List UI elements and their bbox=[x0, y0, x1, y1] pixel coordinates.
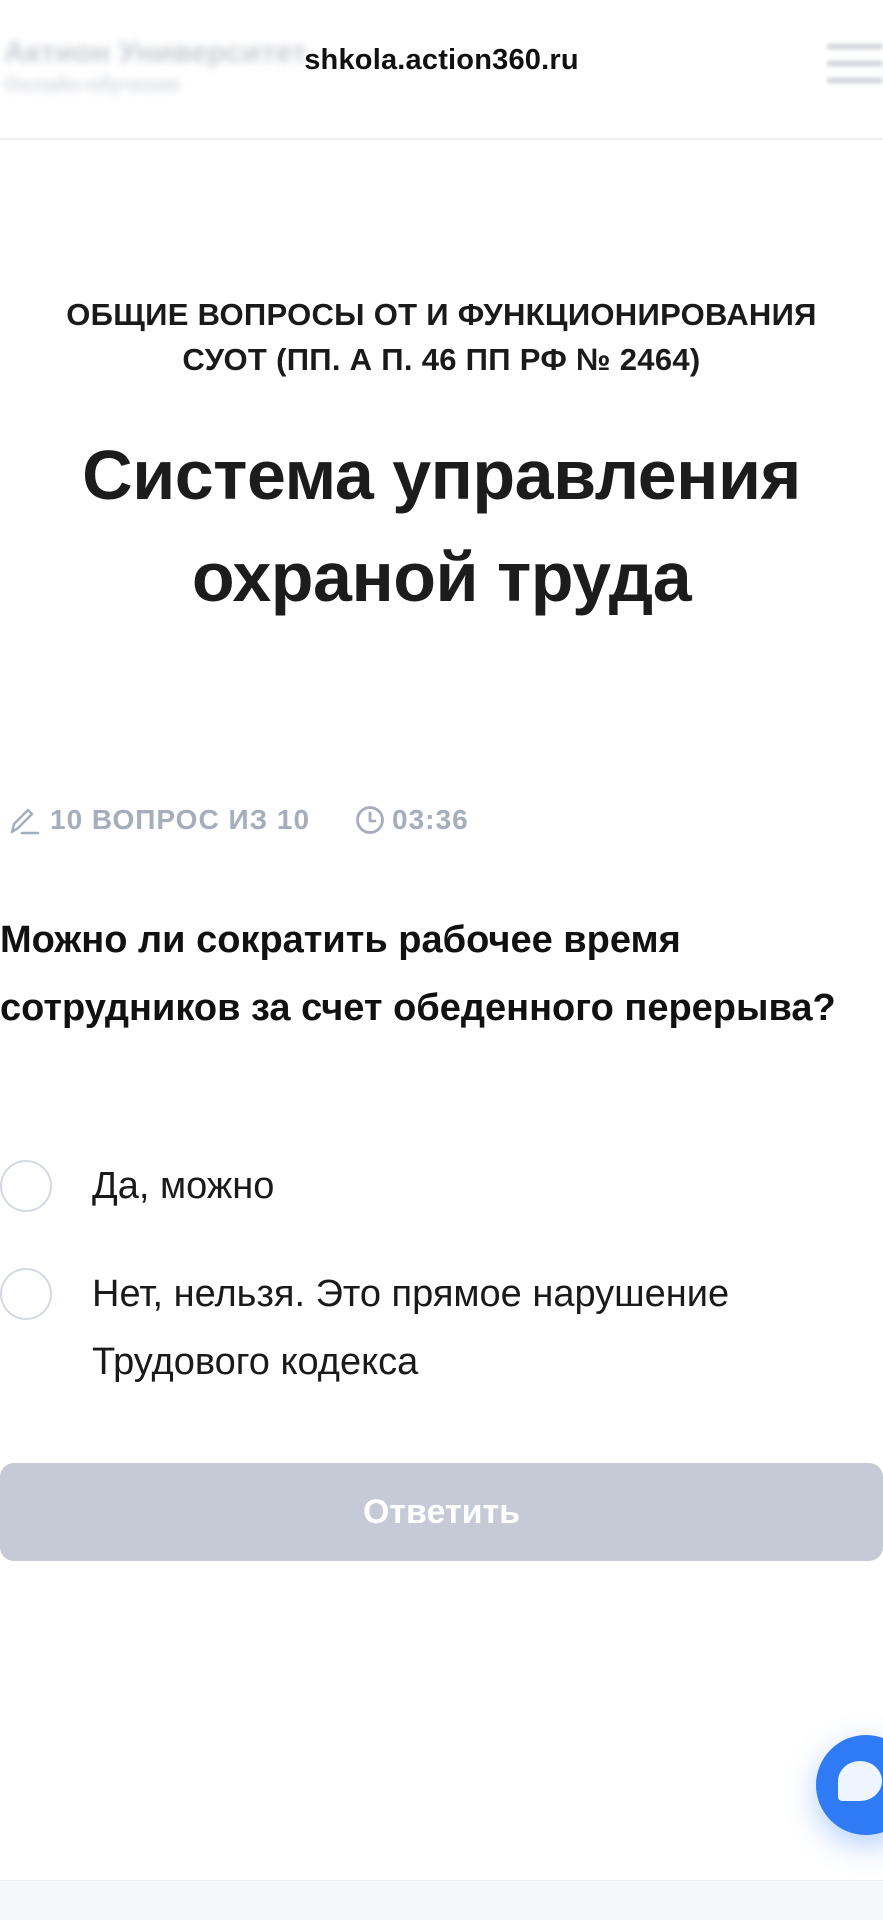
menu-icon-line bbox=[827, 61, 883, 66]
answer-label: Да, можно bbox=[92, 1165, 275, 1207]
menu-icon-line bbox=[827, 78, 883, 83]
menu-button[interactable] bbox=[827, 44, 883, 94]
address-url[interactable]: shkola.action360.ru bbox=[0, 44, 883, 77]
answer-option[interactable]: Да, можно bbox=[0, 1160, 860, 1220]
section-label: ОБЩИЕ ВОПРОСЫ ОТ И ФУНКЦИОНИРОВАНИЯ СУОТ… bbox=[66, 297, 817, 377]
pencil-icon bbox=[10, 808, 40, 835]
answer-option[interactable]: Нет, нельзя. Это прямое нарушение Трудов… bbox=[0, 1268, 860, 1396]
bottom-divider bbox=[0, 1880, 883, 1920]
answer-label: Нет, нельзя. Это прямое нарушение Трудов… bbox=[92, 1273, 730, 1383]
menu-icon bbox=[827, 44, 883, 49]
chat-button[interactable] bbox=[816, 1735, 883, 1835]
radio-button[interactable] bbox=[0, 1160, 52, 1212]
radio-button[interactable] bbox=[0, 1268, 52, 1320]
timer: 03:36 bbox=[392, 804, 469, 835]
clock-icon bbox=[356, 806, 384, 834]
top-bar: Актион Университет Онлайн-обучение shkol… bbox=[0, 0, 883, 140]
question-text: Можно ли сократить рабочее время сотрудн… bbox=[0, 919, 836, 1029]
submit-button[interactable]: Ответить bbox=[0, 1463, 883, 1561]
chat-icon bbox=[838, 1761, 882, 1801]
brand-subtitle: Онлайн-обучение bbox=[4, 74, 181, 96]
question-progress: 10 ВОПРОС ИЗ 10 bbox=[50, 804, 311, 835]
quiz-meta: 10 ВОПРОС ИЗ 10 03:36 bbox=[6, 800, 469, 840]
page-title: Система управления охраной труда bbox=[82, 436, 801, 616]
